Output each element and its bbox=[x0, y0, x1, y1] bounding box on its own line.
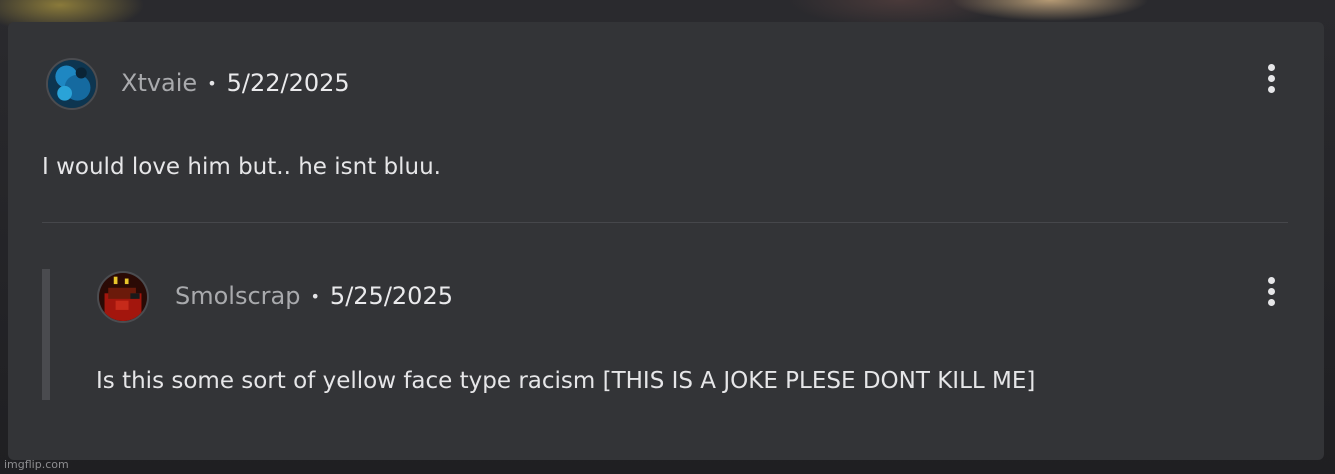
avatar-image bbox=[48, 60, 96, 108]
comment-card: Xtvaie • 5/22/2025 I would love him but.… bbox=[8, 22, 1324, 460]
comment-meta: Xtvaie • 5/22/2025 bbox=[121, 68, 350, 98]
avatar-image bbox=[99, 273, 147, 321]
reply-thread-line bbox=[42, 269, 50, 400]
watermark: imgflip.com bbox=[4, 458, 69, 471]
reply-text: Is this some sort of yellow face type ra… bbox=[96, 368, 1036, 394]
avatar[interactable] bbox=[97, 271, 149, 323]
more-options-button[interactable] bbox=[1261, 61, 1281, 97]
avatar[interactable] bbox=[46, 58, 98, 110]
separator-dot: • bbox=[207, 73, 217, 93]
more-vertical-icon bbox=[1261, 64, 1281, 93]
comment-date: 5/22/2025 bbox=[226, 69, 350, 97]
username-link[interactable]: Xtvaie bbox=[121, 69, 197, 97]
divider bbox=[42, 222, 1288, 223]
more-vertical-icon bbox=[1261, 277, 1281, 306]
more-options-button[interactable] bbox=[1261, 274, 1281, 310]
reply-date: 5/25/2025 bbox=[329, 282, 453, 310]
comment-text: I would love him but.. he isnt bluu. bbox=[42, 154, 441, 180]
username-link[interactable]: Smolscrap bbox=[175, 282, 300, 310]
separator-dot: • bbox=[310, 286, 320, 306]
reply-meta: Smolscrap • 5/25/2025 bbox=[175, 281, 453, 311]
